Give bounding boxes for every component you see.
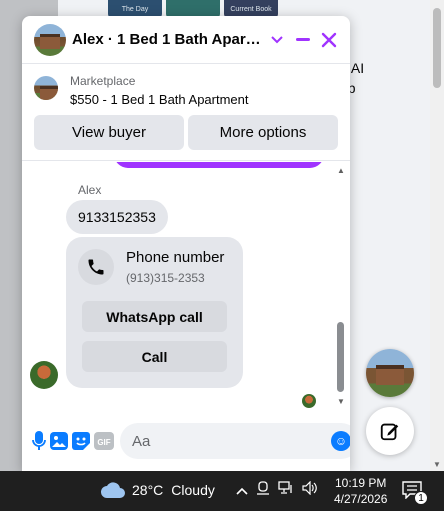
notification-center-button[interactable]: 1 xyxy=(402,481,428,505)
emoji-icon[interactable]: ☺ xyxy=(331,431,350,451)
message-input-wrapper[interactable]: ☺ xyxy=(120,423,350,459)
scroll-up-arrow-icon[interactable]: ▲ xyxy=(337,166,345,175)
minimize-icon[interactable] xyxy=(290,27,316,53)
sender-name: Alex xyxy=(78,183,102,197)
chevron-up-icon[interactable] xyxy=(236,482,248,498)
temperature: 28°C xyxy=(132,482,164,498)
view-buyer-button[interactable]: View buyer xyxy=(34,115,184,150)
clock-time: 10:19 PM xyxy=(335,476,387,490)
incoming-message-bubble: 9133152353 xyxy=(66,200,168,234)
volume-icon[interactable] xyxy=(302,480,318,498)
svg-text:GIF: GIF xyxy=(97,438,110,447)
scroll-down-arrow-icon[interactable]: ▼ xyxy=(433,460,441,469)
marketplace-listing[interactable]: Marketplace $550 - 1 Bed 1 Bath Apartmen… xyxy=(22,64,350,107)
camera-icon[interactable] xyxy=(256,481,270,498)
listing-title: $550 - 1 Bed 1 Bath Apartment xyxy=(70,92,249,107)
listing-label: Marketplace xyxy=(70,74,136,88)
system-tray xyxy=(236,480,318,498)
card-title: Phone number xyxy=(126,249,225,266)
listing-thumbnail xyxy=(34,76,58,100)
taskbar: 28°C Cloudy 10:19 PM 4/27/2026 1 xyxy=(0,471,444,511)
network-icon[interactable] xyxy=(278,481,294,498)
card-phone-number: (913)315-2353 xyxy=(126,271,205,285)
sender-avatar[interactable] xyxy=(30,361,58,389)
compose-icon xyxy=(380,423,399,441)
page-scrollbar-thumb[interactable] xyxy=(433,8,441,88)
chat-window: Alex · 1 Bed 1 Bath Apartm… Marketplace … xyxy=(22,16,350,471)
seen-indicator-avatar xyxy=(302,394,316,408)
photo-icon[interactable] xyxy=(50,427,68,455)
message-list[interactable]: Alex 9133152353 Phone number (913)315-23… xyxy=(22,162,350,414)
thumbnail-caption: Current Book xyxy=(230,6,272,13)
whatsapp-call-button[interactable]: WhatsApp call xyxy=(82,301,227,332)
scroll-down-arrow-icon[interactable]: ▼ xyxy=(337,397,345,406)
more-options-button[interactable]: More options xyxy=(188,115,338,150)
conversation-avatar[interactable] xyxy=(34,23,66,56)
system-clock[interactable]: 10:19 PM 4/27/2026 xyxy=(334,475,387,507)
cloud-icon xyxy=(101,482,125,498)
close-icon[interactable] xyxy=(316,27,342,53)
chat-scrollbar-thumb[interactable] xyxy=(337,322,344,392)
phone-number-card: Phone number (913)315-2353 WhatsApp call… xyxy=(66,237,243,388)
message-input[interactable] xyxy=(132,432,331,450)
weather-widget[interactable]: 28°C Cloudy xyxy=(100,481,215,499)
chat-scrollbar[interactable]: ▲ ▼ xyxy=(336,166,346,406)
weather-condition: Cloudy xyxy=(171,482,215,498)
chat-title[interactable]: Alex · 1 Bed 1 Bath Apartm… xyxy=(72,31,264,48)
thumbnail-caption: The Day xyxy=(121,6,149,13)
microphone-icon[interactable] xyxy=(32,427,46,455)
notification-badge: 1 xyxy=(414,491,428,505)
sticker-icon[interactable] xyxy=(72,427,90,455)
chat-header: Alex · 1 Bed 1 Bath Apartm… xyxy=(22,16,350,64)
page-scrollbar[interactable]: ▼ xyxy=(430,0,444,471)
gif-icon[interactable]: GIF xyxy=(94,427,114,455)
chevron-down-icon[interactable] xyxy=(264,27,290,53)
chat-head-avatar[interactable] xyxy=(366,349,414,397)
call-button[interactable]: Call xyxy=(82,341,227,372)
clock-date: 4/27/2026 xyxy=(334,492,388,506)
phone-icon xyxy=(78,249,114,285)
outgoing-message-bubble xyxy=(114,162,324,168)
new-message-button[interactable] xyxy=(366,407,414,455)
message-composer: GIF ☺ xyxy=(22,421,350,461)
